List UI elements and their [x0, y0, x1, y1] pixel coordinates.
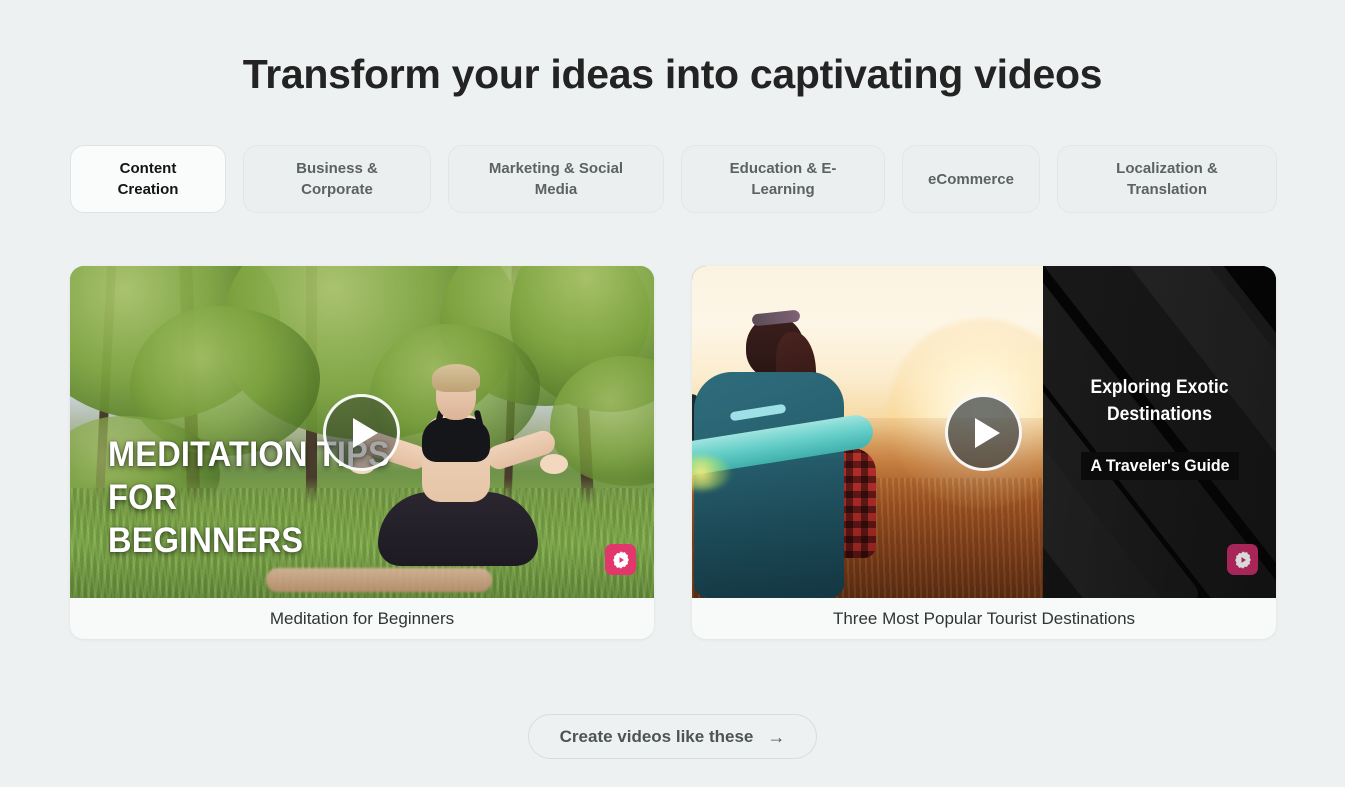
- tab-content-creation[interactable]: Content Creation: [70, 145, 226, 213]
- video-card-caption: Three Most Popular Tourist Destinations: [692, 598, 1276, 639]
- video-card[interactable]: Exploring Exotic Destinations A Traveler…: [692, 266, 1276, 639]
- play-icon[interactable]: [945, 394, 1022, 471]
- video-card-list: MEDITATION TIPS FOR BEGINNERS Meditation…: [70, 266, 1276, 639]
- tab-business-corporate[interactable]: Business & Corporate: [243, 145, 431, 213]
- video-thumbnail[interactable]: Exploring Exotic Destinations A Traveler…: [692, 266, 1276, 598]
- tab-education-elearning[interactable]: Education & E-Learning: [681, 145, 885, 213]
- category-tabs: Content Creation Business & Corporate Ma…: [70, 145, 1277, 213]
- page-root: Transform your ideas into captivating vi…: [0, 0, 1345, 787]
- arrow-right-icon: →: [767, 726, 786, 747]
- tab-localization-translation[interactable]: Localization & Translation: [1057, 145, 1277, 213]
- cta-container: Create videos like these →: [0, 714, 1345, 759]
- logo-play-badge-icon[interactable]: [1227, 544, 1258, 575]
- panel-text-block: Exploring Exotic Destinations A Traveler…: [1043, 374, 1276, 480]
- tab-ecommerce[interactable]: eCommerce: [902, 145, 1040, 213]
- page-title: Transform your ideas into captivating vi…: [242, 51, 1103, 98]
- video-card[interactable]: MEDITATION TIPS FOR BEGINNERS Meditation…: [70, 266, 654, 639]
- tab-marketing-social-media[interactable]: Marketing & Social Media: [448, 145, 664, 213]
- person-backpacker: [692, 308, 878, 598]
- video-thumbnail[interactable]: MEDITATION TIPS FOR BEGINNERS: [70, 266, 654, 598]
- panel-subtitle: A Traveler's Guide: [1080, 452, 1239, 480]
- cta-label: Create videos like these: [559, 726, 754, 746]
- logo-play-badge-icon[interactable]: [605, 544, 636, 575]
- create-videos-button[interactable]: Create videos like these →: [527, 714, 818, 759]
- panel-title: Exploring Exotic Destinations: [1090, 377, 1229, 425]
- video-card-caption: Meditation for Beginners: [70, 598, 654, 639]
- play-icon[interactable]: [323, 394, 400, 471]
